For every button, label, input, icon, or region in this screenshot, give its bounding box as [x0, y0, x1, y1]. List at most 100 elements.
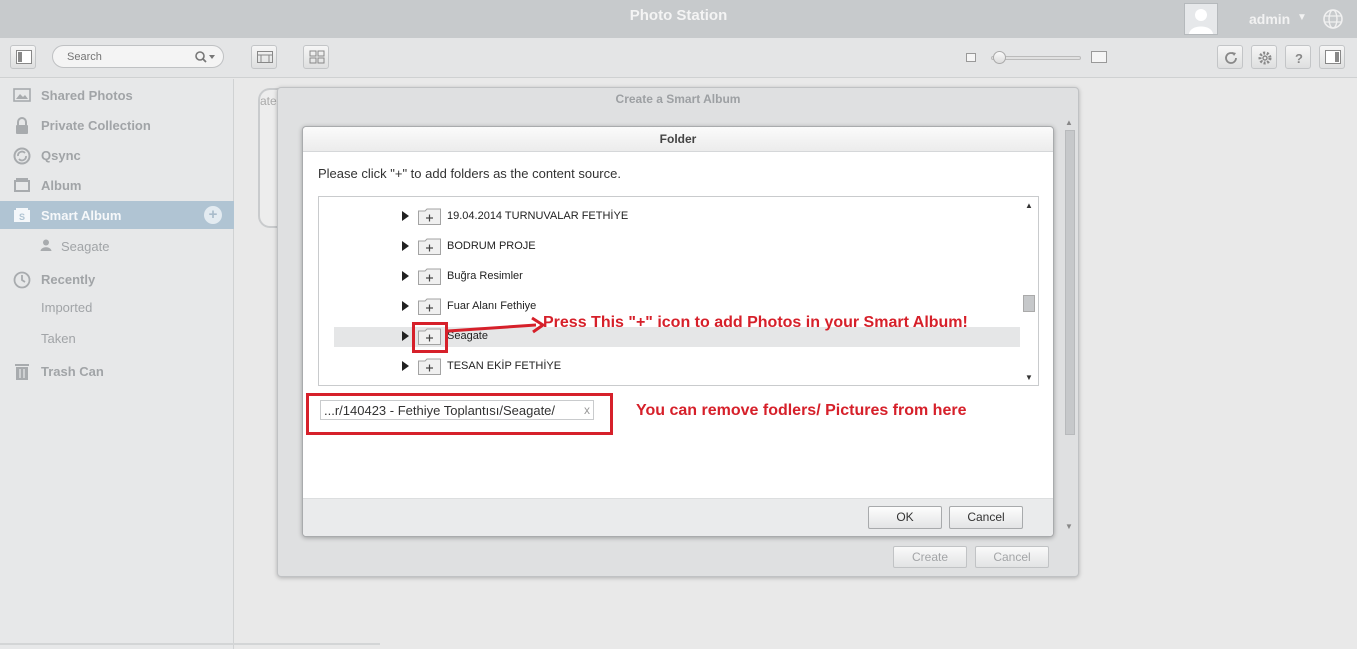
- sidebar-item-label: Taken: [41, 331, 76, 346]
- refresh-icon: [1225, 52, 1237, 64]
- title-bar: Photo Station admin ▼: [0, 0, 1357, 38]
- ok-button[interactable]: OK: [868, 506, 942, 529]
- trash-icon: [15, 364, 29, 380]
- sidebar-item-qsync[interactable]: Qsync: [0, 141, 234, 169]
- sidebar-item-label: Album: [41, 178, 82, 193]
- folder-name: TESAN EKİP FETHİYE: [447, 360, 562, 372]
- folder-dialog-title: Folder: [303, 127, 1053, 152]
- app-title: Photo Station: [629, 7, 728, 24]
- scrollbar-thumb[interactable]: [1065, 130, 1075, 435]
- expand-arrow-icon[interactable]: [402, 241, 409, 251]
- user-icon: [40, 239, 52, 251]
- clock-icon: [13, 271, 31, 289]
- user-menu[interactable]: admin: [1249, 11, 1290, 27]
- search-input[interactable]: [67, 49, 187, 65]
- search-icon[interactable]: [194, 50, 216, 64]
- folder-name: BODRUM PROJE: [447, 240, 536, 252]
- scroll-up-icon[interactable]: ▲: [1065, 118, 1073, 127]
- annotation-arrow-icon: [447, 316, 546, 334]
- folder-name: Buğra Resimler: [447, 270, 523, 282]
- sidebar-item-label: Recently: [41, 272, 96, 287]
- status-divider: [0, 643, 380, 645]
- sidebar-item-label: Smart Album: [41, 208, 122, 223]
- tree-scroll-down-icon[interactable]: ▼: [1025, 373, 1033, 382]
- folder-name: Fuar Alanı Fethiye: [447, 300, 537, 312]
- cancel-button[interactable]: Cancel: [975, 546, 1049, 568]
- dialog-scrollbar[interactable]: ▲ ▼: [1064, 118, 1076, 538]
- folder-name: 19.04.2014 TURNUVALAR FETHİYE: [447, 210, 629, 222]
- expand-arrow-icon[interactable]: [402, 271, 409, 281]
- settings-button[interactable]: [1251, 45, 1277, 69]
- annotation-highlight-plus: [412, 322, 448, 353]
- lock-icon: [16, 117, 28, 134]
- thumbnail-large-icon[interactable]: [1091, 51, 1107, 63]
- add-folder-icon[interactable]: [418, 358, 441, 375]
- instruction-text: Please click "+" to add folders as the c…: [318, 166, 621, 181]
- svg-text:S: S: [19, 212, 25, 222]
- folder-row[interactable]: BODRUM PROJE: [334, 237, 1020, 257]
- add-folder-icon[interactable]: [418, 268, 441, 285]
- folder-row[interactable]: 19.04.2014 TURNUVALAR FETHİYE: [334, 207, 1020, 227]
- globe-icon[interactable]: [1322, 8, 1344, 30]
- grid-view-button[interactable]: [303, 45, 329, 69]
- thumbnail-small-icon[interactable]: [966, 53, 976, 62]
- sidebar-item-recently[interactable]: Recently: [0, 265, 234, 293]
- expand-arrow-icon[interactable]: [402, 361, 409, 371]
- sidebar-item-label: Trash Can: [41, 364, 104, 379]
- gear-icon: [1258, 51, 1272, 65]
- user-avatar[interactable]: [1184, 3, 1218, 35]
- panel-toggle-icon: [1325, 50, 1341, 64]
- folder-row[interactable]: TESAN EKİP FETHİYE: [334, 357, 1020, 377]
- user-icon: [1189, 9, 1213, 34]
- panel-toggle-button[interactable]: [1319, 45, 1345, 69]
- sidebar-item-seagate[interactable]: Seagate: [0, 232, 234, 260]
- user-caret-icon[interactable]: ▼: [1297, 12, 1307, 23]
- sidebar-item-private-collection[interactable]: Private Collection: [0, 111, 234, 139]
- sidebar-item-label: Shared Photos: [41, 88, 133, 103]
- sidebar-item-trash-can[interactable]: Trash Can: [0, 357, 234, 385]
- add-folder-icon[interactable]: [418, 238, 441, 255]
- dialog-title: Create a Smart Album: [615, 92, 741, 106]
- sidebar-item-label: Qsync: [41, 148, 81, 163]
- annotation-press-plus: Press This "+" icon to add Photos in you…: [543, 314, 968, 331]
- annotation-highlight-path: [306, 393, 613, 435]
- sidebar-item-label: Private Collection: [41, 118, 151, 133]
- refresh-button[interactable]: [1217, 45, 1243, 69]
- sidebar-toggle-icon: [16, 50, 32, 64]
- scroll-down-icon[interactable]: ▼: [1065, 522, 1073, 531]
- expand-arrow-icon[interactable]: [402, 211, 409, 221]
- sidebar-item-label: Imported: [41, 300, 93, 315]
- help-button[interactable]: ?: [1285, 45, 1311, 69]
- help-icon: ?: [1295, 51, 1303, 66]
- list-view-icon: [257, 51, 273, 63]
- svg-text:?: ?: [1295, 51, 1303, 66]
- add-folder-icon[interactable]: [418, 298, 441, 315]
- sidebar-item-album[interactable]: Album: [0, 171, 234, 199]
- card-label: ate: [260, 94, 277, 108]
- add-smart-album-button[interactable]: +: [204, 206, 222, 224]
- sidebar-item-label: Seagate: [61, 239, 110, 254]
- expand-arrow-icon[interactable]: [402, 331, 409, 341]
- folder-cancel-button[interactable]: Cancel: [949, 506, 1023, 529]
- tree-scrollbar-thumb[interactable]: [1023, 295, 1035, 312]
- create-button[interactable]: Create: [893, 546, 967, 568]
- qsync-icon: [13, 147, 31, 165]
- add-folder-icon[interactable]: [418, 208, 441, 225]
- expand-arrow-icon[interactable]: [402, 301, 409, 311]
- folder-row[interactable]: Buğra Resimler: [334, 267, 1020, 287]
- slider-handle[interactable]: [993, 51, 1006, 64]
- tree-scroll-up-icon[interactable]: ▲: [1025, 201, 1033, 210]
- sidebar-item-taken[interactable]: Taken: [0, 324, 234, 352]
- folder-dialog-footer: OK Cancel: [303, 498, 1053, 536]
- sidebar: Shared Photos Private Collection Qsync A…: [0, 79, 234, 649]
- sidebar-item-shared-photos[interactable]: Shared Photos: [0, 81, 234, 109]
- sidebar-item-smart-album[interactable]: S Smart Album +: [0, 201, 234, 229]
- search-box: [52, 45, 224, 68]
- sidebar-toggle-button[interactable]: [10, 45, 36, 69]
- photo-icon: [13, 88, 31, 102]
- grid-view-icon: [309, 50, 325, 64]
- folder-tree: 19.04.2014 TURNUVALAR FETHİYE BODRUM PRO…: [318, 196, 1039, 386]
- album-icon: [14, 178, 30, 192]
- list-view-button[interactable]: [251, 45, 277, 69]
- sidebar-item-imported[interactable]: Imported: [0, 293, 234, 321]
